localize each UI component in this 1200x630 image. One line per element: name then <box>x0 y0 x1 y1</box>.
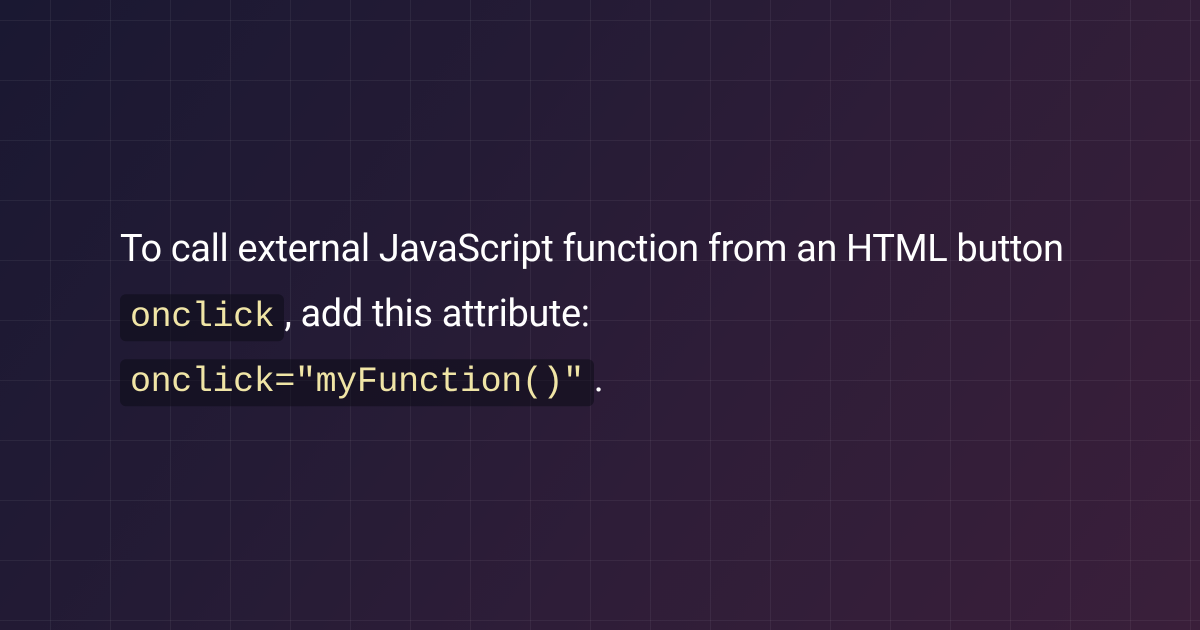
content-container: To call external JavaScript function fro… <box>120 217 1080 413</box>
text-segment-1: To call external JavaScript function fro… <box>120 227 1064 271</box>
code-snippet-attribute: onclick="myFunction()" <box>120 359 594 406</box>
text-segment-2: , add this attribute: <box>284 292 589 336</box>
description-text: To call external JavaScript function fro… <box>120 217 1080 413</box>
text-segment-3: . <box>594 357 604 401</box>
code-snippet-onclick: onclick <box>120 294 284 341</box>
